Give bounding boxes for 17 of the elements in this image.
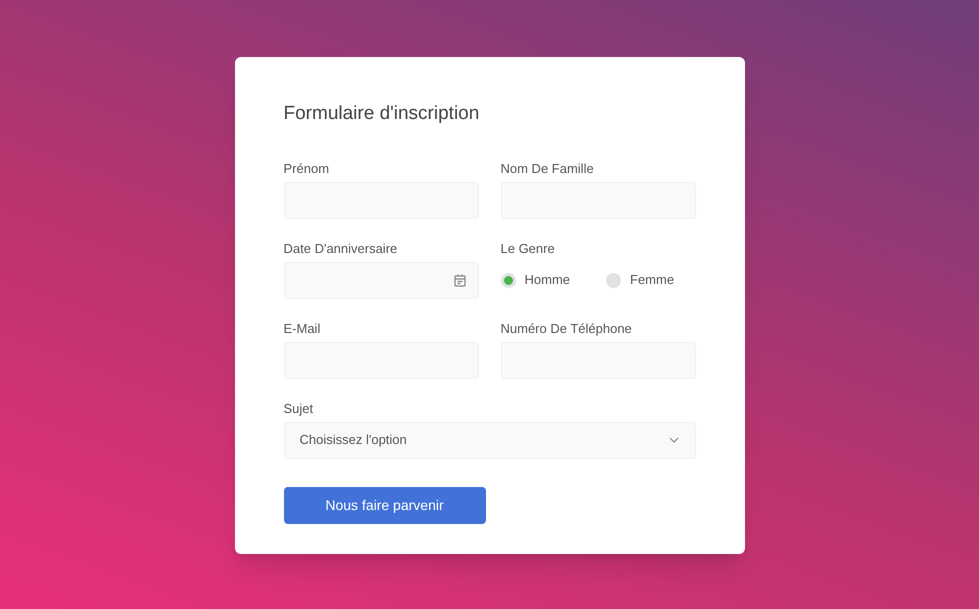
field-label: Sujet	[284, 400, 314, 416]
form-title: Formulaire d'inscription	[284, 102, 480, 126]
field-label: Le Genre	[500, 240, 556, 256]
radio-option[interactable]: Homme	[500, 270, 570, 290]
chevron-down-icon	[668, 437, 678, 443]
field-label: Nom De Famille	[500, 160, 595, 176]
date-field[interactable]	[284, 262, 478, 298]
field-label: E-Mail	[284, 320, 322, 336]
select-field[interactable]: Choisissez l'option	[284, 422, 696, 458]
calendar-icon	[454, 274, 466, 286]
radio-option[interactable]: Femme	[606, 270, 674, 290]
submit-button[interactable]: Nous faire parvenir	[284, 486, 486, 524]
field-label: Prénom	[284, 160, 330, 176]
field-label: Numéro De Téléphone	[500, 320, 633, 336]
radio-button[interactable]	[500, 272, 516, 288]
radio-button[interactable]	[606, 272, 622, 288]
field-label: Date D'anniversaire	[284, 240, 398, 256]
